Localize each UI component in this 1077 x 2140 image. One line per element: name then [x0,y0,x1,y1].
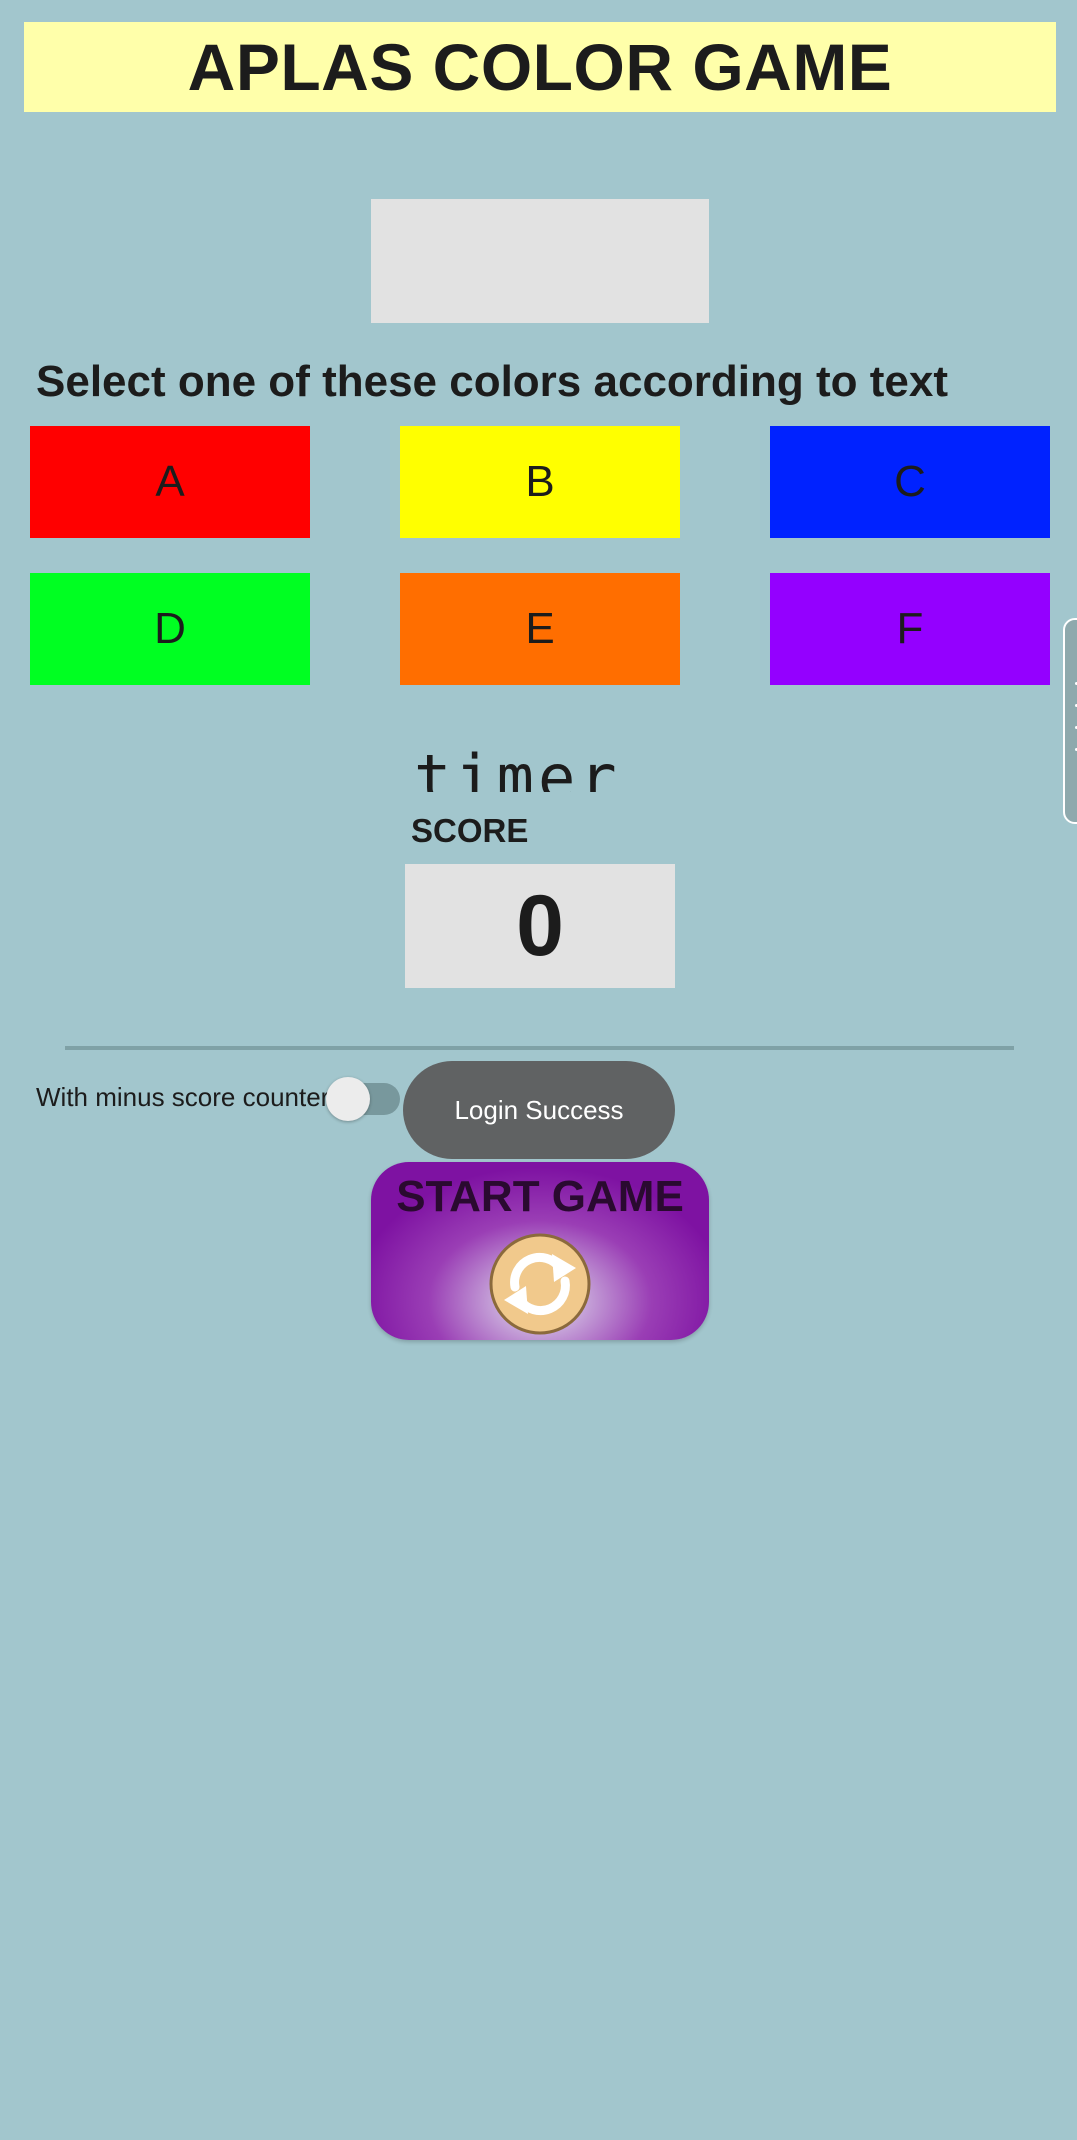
login-success-toast: Login Success [403,1061,675,1159]
target-color-display [371,199,709,323]
color-button-c[interactable]: C [770,426,1050,538]
color-button-e[interactable]: E [400,573,680,685]
timer-display: timer [400,730,660,792]
start-game-button[interactable]: START GAME [371,1162,709,1340]
minus-score-counter-switch[interactable] [326,1077,400,1121]
timer-label: timer [414,741,621,792]
page-title: APLAS COLOR GAME [187,30,893,104]
edge-panel-handle[interactable] [1063,618,1077,824]
refresh-icon [489,1233,591,1335]
score-value: 0 [516,877,564,974]
color-button-a[interactable]: A [30,426,310,538]
instruction-text: Select one of these colors according to … [36,357,948,406]
divider [65,1046,1014,1050]
color-button-f[interactable]: F [770,573,1050,685]
color-button-d[interactable]: D [30,573,310,685]
title-bar: APLAS COLOR GAME [24,22,1056,112]
color-button-b[interactable]: B [400,426,680,538]
minus-score-counter-label: With minus score counter [36,1082,330,1112]
score-box: 0 [405,864,675,988]
start-game-label: START GAME [396,1172,684,1221]
switch-thumb [326,1077,370,1121]
score-label: SCORE [411,812,529,849]
